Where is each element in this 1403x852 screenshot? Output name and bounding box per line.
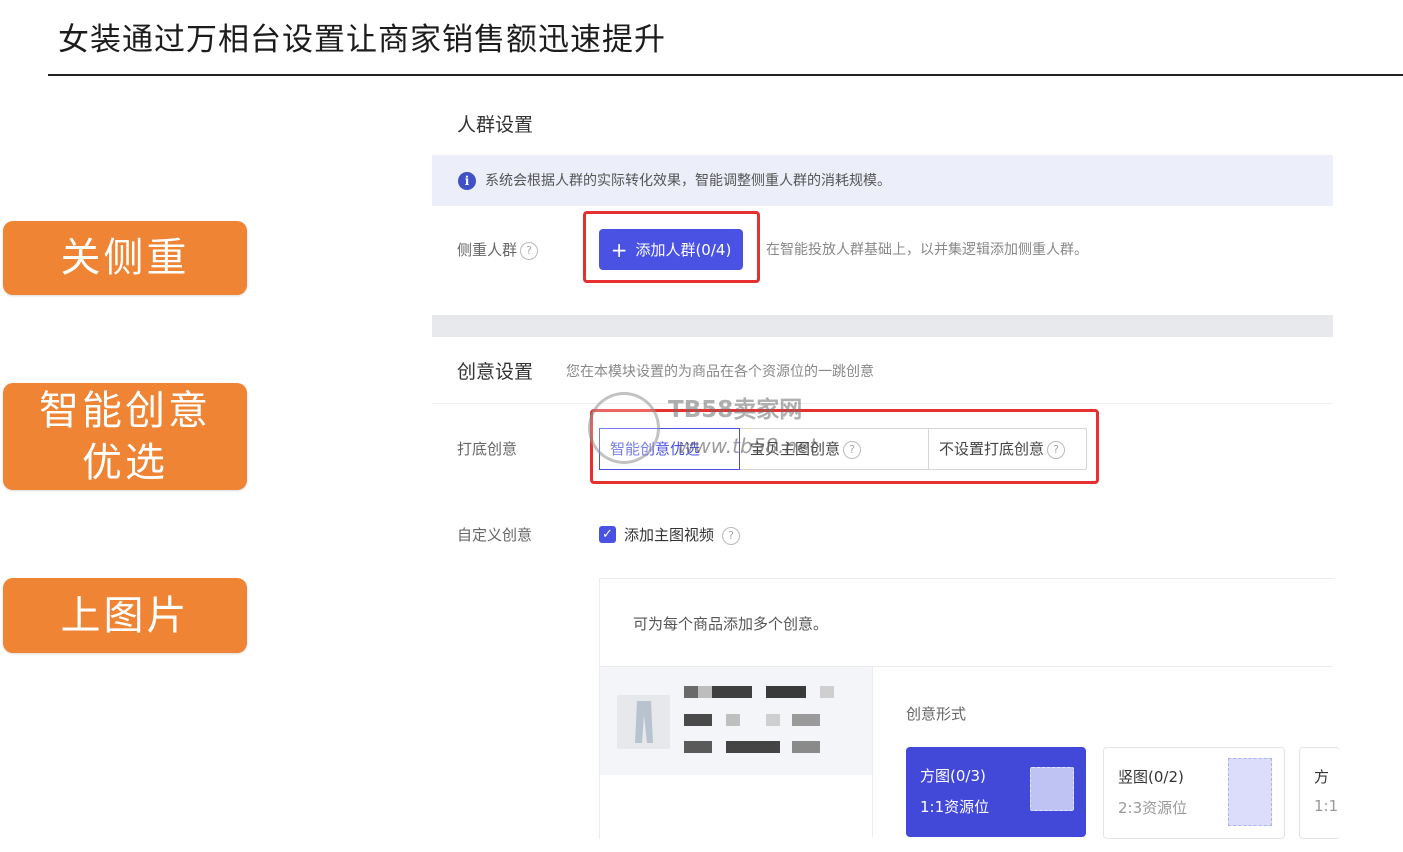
title-divider — [48, 74, 1403, 76]
creative-settings-subtitle: 您在本模块设置的为商品在各个资源位的一跳创意 — [566, 364, 874, 380]
add-video-label-text: 添加主图视频 — [624, 526, 715, 544]
vertical-ratio-icon — [1228, 758, 1272, 826]
add-video-checkbox[interactable]: ✓ — [599, 526, 616, 543]
highlight-box-base-creative — [590, 409, 1099, 484]
creative-settings-title: 创意设置 — [457, 361, 534, 383]
callout-smart-creative: 智能创意 优选 — [3, 383, 247, 490]
callout-upload-images: 上图片 — [3, 578, 247, 653]
help-icon[interactable]: ? — [520, 241, 539, 260]
card-title: 竖图(0/2) — [1118, 768, 1184, 786]
creative-header-divider — [432, 403, 1333, 404]
page-title: 女装通过万相台设置让商家销售额迅速提升 — [58, 22, 666, 58]
product-name-mosaic — [684, 686, 836, 754]
card-title: 方图(0/3) — [920, 767, 986, 785]
watermark-brand: TB58卖家网 — [668, 397, 803, 423]
creative-form-label: 创意形式 — [906, 705, 967, 723]
focus-crowd-label: 侧重人群? — [457, 239, 539, 260]
column-divider — [872, 667, 873, 837]
creative-form-vertical[interactable]: 竖图(0/2) 2:3资源位 — [1103, 747, 1285, 839]
watermark-url: www.tb58.net — [678, 434, 818, 458]
info-text: 系统会根据人群的实际转化效果，智能调整侧重人群的消耗规模。 — [485, 173, 891, 189]
info-icon: i — [458, 172, 476, 190]
callout-text: 上图片 — [60, 592, 190, 639]
card-subtitle: 1:1 — [1314, 797, 1339, 815]
pants-icon — [617, 695, 670, 749]
base-creative-label: 打底创意 — [457, 440, 518, 458]
section-divider — [432, 315, 1333, 337]
watermark-logo-icon — [588, 392, 660, 464]
creative-form-square[interactable]: 方图(0/3) 1:1资源位 — [906, 747, 1086, 837]
crowd-settings-title: 人群设置 — [457, 114, 534, 136]
callout-text: 关侧重 — [60, 235, 190, 281]
card-title: 方 — [1314, 768, 1330, 786]
help-icon[interactable]: ? — [722, 526, 741, 545]
add-video-label: 添加主图视频? — [624, 524, 741, 545]
card-subtitle: 2:3资源位 — [1118, 799, 1188, 817]
add-crowd-hint: 在智能投放人群基础上，以并集逻辑添加侧重人群。 — [766, 242, 1088, 258]
custom-creative-label: 自定义创意 — [457, 526, 533, 544]
callout-focus-crowd: 关侧重 — [3, 221, 247, 295]
multi-creative-hint: 可为每个商品添加多个创意。 — [633, 615, 829, 633]
creative-form-square-2[interactable]: 方 1:1 — [1299, 747, 1340, 839]
callout-text: 优选 — [82, 439, 168, 486]
product-thumbnail — [617, 695, 670, 749]
callout-text: 智能创意 — [39, 387, 211, 434]
card-subtitle: 1:1资源位 — [920, 798, 990, 816]
highlight-box-add-crowd — [583, 211, 760, 283]
focus-crowd-label-text: 侧重人群 — [457, 241, 518, 259]
square-ratio-icon — [1030, 767, 1074, 811]
